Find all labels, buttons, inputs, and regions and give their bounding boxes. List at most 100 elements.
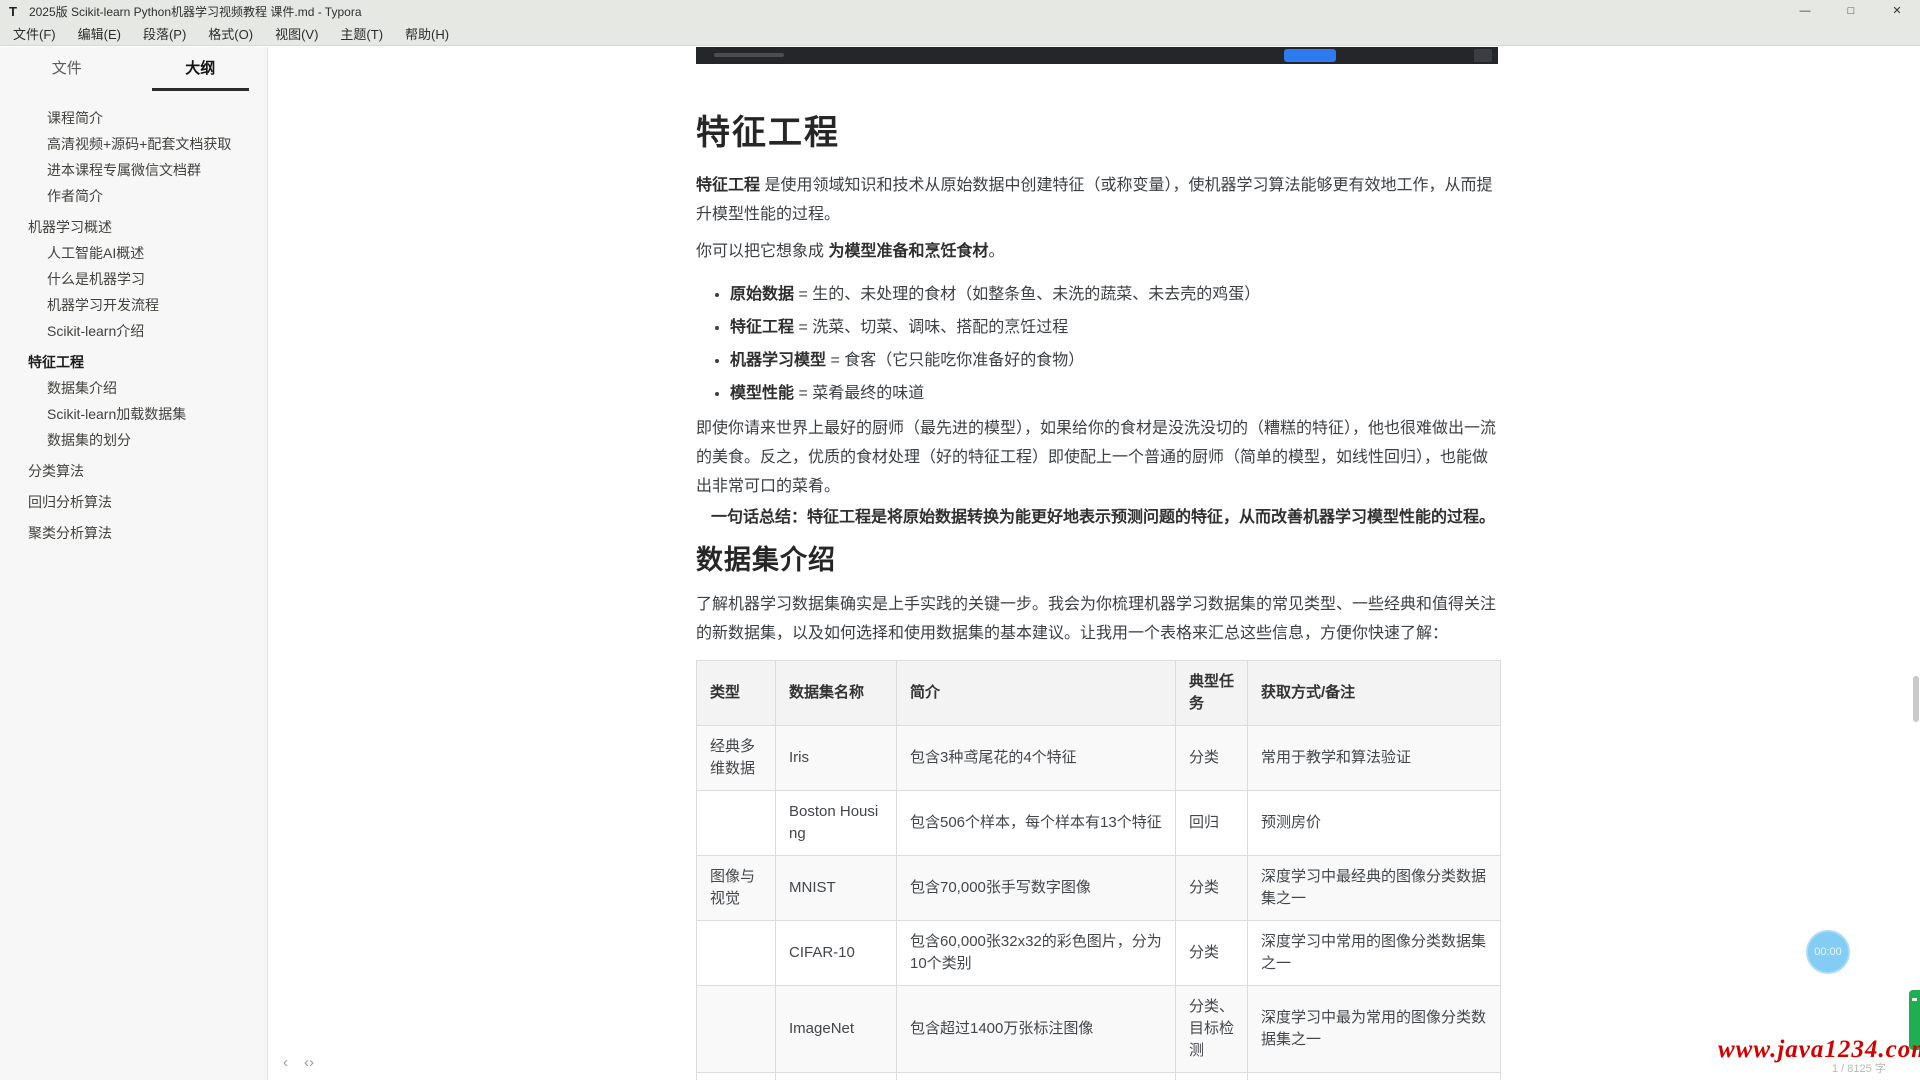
table-header-cell: 获取方式/备注 <box>1248 661 1501 726</box>
menu-item[interactable]: 视图(V) <box>264 24 329 43</box>
cell-note <box>1248 1073 1501 1080</box>
cell-desc: 包含3种鸢尾花的4个特征 <box>897 726 1176 791</box>
table-row: 文本与语言 <box>697 1073 1501 1080</box>
table-row: CIFAR-10 包含60,000张32x32的彩色图片，分为10个类别 分类 … <box>697 921 1501 986</box>
outline-item[interactable]: 特征工程 <box>0 349 267 375</box>
analogy-list: 原始数据 = 生的、未处理的食材（如整条鱼、未洗的蔬菜、未去壳的鸡蛋） 特征工程… <box>696 280 1500 408</box>
sidebar-tabs: 文件大纲 <box>0 47 267 91</box>
typora-logo-icon: T <box>9 4 17 19</box>
cell-desc: 包含60,000张32x32的彩色图片，分为10个类别 <box>897 921 1176 986</box>
word-count: 1 / 8125 字 <box>1832 1060 1886 1076</box>
cell-note: 深度学习中常用的图像分类数据集之一 <box>1248 921 1501 986</box>
close-button[interactable]: ✕ <box>1874 0 1920 22</box>
menu-item[interactable]: 编辑(E) <box>67 24 132 43</box>
cell-type: 图像与视觉 <box>697 856 776 921</box>
cell-note: 深度学习中最为常用的图像分类数据集之一 <box>1248 986 1501 1073</box>
outline-item[interactable]: 什么是机器学习 <box>0 266 267 292</box>
cell-task: 分类 <box>1176 856 1248 921</box>
outline-panel: 课程简介高清视频+源码+配套文档获取进本课程专属微信文档群作者简介机器学习概述人… <box>0 91 267 546</box>
window-title: 2025版 Scikit-learn Python机器学习视频教程 课件.md … <box>29 3 362 20</box>
menu-item[interactable]: 格式(O) <box>197 24 264 43</box>
list-term: 模型性能 <box>730 385 794 402</box>
list-item: 原始数据 = 生的、未处理的食材（如整条鱼、未洗的蔬菜、未去壳的鸡蛋） <box>730 280 1500 309</box>
cell-type <box>697 791 776 856</box>
outline-item[interactable]: 数据集的划分 <box>0 427 267 453</box>
sidebar: 文件大纲 课程简介高清视频+源码+配套文档获取进本课程专属微信文档群作者简介机器… <box>0 47 268 1080</box>
cell-name <box>776 1073 897 1080</box>
outline-item[interactable]: 机器学习概述 <box>0 214 267 240</box>
outline-item[interactable]: 进本课程专属微信文档群 <box>0 157 267 183</box>
cell-desc: 包含70,000张手写数字图像 <box>897 856 1176 921</box>
watermark: www.java1234.com <box>1718 1036 1920 1064</box>
table-row: ImageNet 包含超过1400万张标注图像 分类、目标检测 深度学习中最为常… <box>697 986 1501 1073</box>
table-row: 经典多维数据 Iris 包含3种鸢尾花的4个特征 分类 常用于教学和算法验证 <box>697 726 1501 791</box>
cell-type <box>697 921 776 986</box>
heading-dataset-intro: 数据集介绍 <box>696 542 1500 578</box>
scrollbar-thumb[interactable] <box>1913 676 1919 722</box>
cell-task: 回归 <box>1176 791 1248 856</box>
cell-note: 预测房价 <box>1248 791 1501 856</box>
list-item: 机器学习模型 = 食客（它只能吃你准备好的食物） <box>730 346 1500 375</box>
table-header-cell: 类型 <box>697 661 776 726</box>
cell-desc: 包含超过1400万张标注图像 <box>897 986 1176 1073</box>
outline-item[interactable]: 机器学习开发流程 <box>0 292 267 318</box>
window-controls: — □ ✕ <box>1782 0 1920 22</box>
list-item: 模型性能 = 菜肴最终的味道 <box>730 379 1500 408</box>
outline-item[interactable]: 数据集介绍 <box>0 375 267 401</box>
outline-item[interactable]: 高清视频+源码+配套文档获取 <box>0 131 267 157</box>
heading-feature-engineering: 特征工程 <box>696 113 1500 153</box>
cell-task: 分类 <box>1176 726 1248 791</box>
list-term: 原始数据 <box>730 286 794 303</box>
cell-type: 文本与语言 <box>697 1073 776 1080</box>
menu-item[interactable]: 主题(T) <box>329 24 394 43</box>
outline-item[interactable]: 回归分析算法 <box>0 489 267 515</box>
cell-desc: 包含506个样本，每个样本有13个特征 <box>897 791 1176 856</box>
cell-type: 经典多维数据 <box>697 726 776 791</box>
cell-task <box>1176 1073 1248 1080</box>
outline-item[interactable]: 聚类分析算法 <box>0 520 267 546</box>
paragraph-dataset-intro: 了解机器学习数据集确实是上手实践的关键一步。我会为你梳理机器学习数据集的常见类型… <box>696 590 1500 648</box>
cell-note: 深度学习中最经典的图像分类数据集之一 <box>1248 856 1501 921</box>
recording-timer-bubble[interactable]: 00:00 <box>1806 930 1850 974</box>
paragraph-analogy: 你可以把它想象成 为模型准备和烹饪食材。 <box>696 237 1500 266</box>
list-term: 机器学习模型 <box>730 352 826 369</box>
cell-name: Iris <box>776 726 897 791</box>
minimize-button[interactable]: — <box>1782 0 1828 22</box>
menu-item[interactable]: 段落(P) <box>132 24 197 43</box>
list-term: 特征工程 <box>730 319 794 336</box>
document-article: 特征工程 特征工程 是使用领域知识和技术从原始数据中创建特征（或称变量），使机器… <box>696 47 1500 1080</box>
table-header-cell: 数据集名称 <box>776 661 897 726</box>
source-mode-icon[interactable]: ‹› <box>304 1054 314 1071</box>
outline-item[interactable]: Scikit-learn介绍 <box>0 318 267 344</box>
maximize-button[interactable]: □ <box>1828 0 1874 22</box>
outline-item[interactable]: 作者简介 <box>0 183 267 209</box>
footer-icons: ‹ ‹› <box>283 1054 314 1071</box>
cell-task: 分类、目标检测 <box>1176 986 1248 1073</box>
sidebar-tab[interactable]: 大纲 <box>134 47 268 91</box>
bold-lead: 特征工程 <box>696 177 760 194</box>
list-item: 特征工程 = 洗菜、切菜、调味、搭配的烹饪过程 <box>730 313 1500 342</box>
outline-item[interactable]: 人工智能AI概述 <box>0 240 267 266</box>
outline-item[interactable]: 课程简介 <box>0 105 267 131</box>
sidebar-tab[interactable]: 文件 <box>0 47 134 91</box>
menu-bar: 文件(F)编辑(E)段落(P)格式(O)视图(V)主题(T)帮助(H) <box>0 22 1920 46</box>
title-bar: T 2025版 Scikit-learn Python机器学习视频教程 课件.m… <box>0 0 1920 22</box>
menu-item[interactable]: 帮助(H) <box>394 24 460 43</box>
paragraph-definition: 特征工程 是使用领域知识和技术从原始数据中创建特征（或称变量），使机器学习算法能… <box>696 171 1500 229</box>
sidebar-toggle-icon[interactable]: ‹ <box>283 1054 288 1071</box>
paragraph-summary: 一句话总结：特征工程是将原始数据转换为能更好地表示预测问题的特征，从而改善机器学… <box>696 503 1500 532</box>
outline-item[interactable]: 分类算法 <box>0 458 267 484</box>
cell-desc <box>897 1073 1176 1080</box>
table-header-cell: 简介 <box>897 661 1176 726</box>
menu-item[interactable]: 文件(F) <box>2 24 67 43</box>
cell-name: MNIST <box>776 856 897 921</box>
cell-task: 分类 <box>1176 921 1248 986</box>
table-row: Boston Housing 包含506个样本，每个样本有13个特征 回归 预测… <box>697 791 1501 856</box>
paragraph-chef: 即使你请来世界上最好的厨师（最先进的模型），如果给你的食材是没洗没切的（糟糕的特… <box>696 414 1500 501</box>
table-header-cell: 典型任务 <box>1176 661 1248 726</box>
cell-note: 常用于教学和算法验证 <box>1248 726 1501 791</box>
outline-item[interactable]: Scikit-learn加载数据集 <box>0 401 267 427</box>
dataset-table: 类型数据集名称简介典型任务获取方式/备注 经典多维数据 Iris 包含3种鸢尾花… <box>696 660 1501 1080</box>
bold-analogy: 为模型准备和烹饪食材 <box>828 243 988 260</box>
cell-type <box>697 986 776 1073</box>
